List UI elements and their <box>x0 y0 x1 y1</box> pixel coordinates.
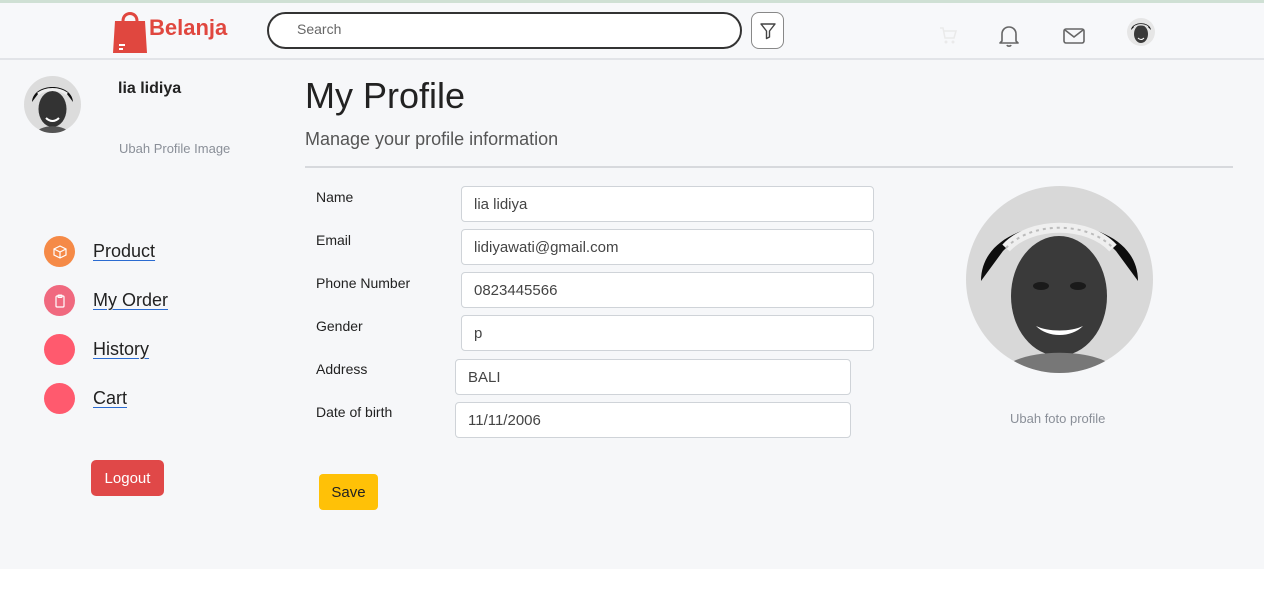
sidebar-item-my-order[interactable]: My Order <box>44 285 168 316</box>
filter-button[interactable] <box>751 12 784 49</box>
gender-field[interactable] <box>461 315 874 351</box>
messages-button[interactable] <box>1062 26 1086 51</box>
cart-button[interactable] <box>938 25 958 50</box>
sidebar-item-label[interactable]: Product <box>93 241 155 262</box>
phone-label: Phone Number <box>316 275 411 291</box>
sidebar-item-history[interactable]: History <box>44 334 149 365</box>
app-root: Belanja Search lia lidiya Ubah Profile I… <box>0 0 1264 569</box>
sidebar-item-label[interactable]: Cart <box>93 388 127 409</box>
phone-field[interactable] <box>461 272 874 308</box>
divider <box>305 166 1233 168</box>
sidebar-item-label[interactable]: My Order <box>93 290 168 311</box>
brand-logo[interactable]: Belanja <box>112 7 227 53</box>
profile-photo[interactable] <box>966 186 1153 373</box>
bell-icon <box>999 26 1019 47</box>
box-icon <box>52 244 67 259</box>
filter-icon <box>759 22 776 39</box>
save-button[interactable]: Save <box>319 474 378 510</box>
search-box[interactable] <box>267 12 742 49</box>
clipboard-icon <box>54 293 65 308</box>
nav-dot-product <box>44 236 75 267</box>
sidebar-avatar <box>24 76 81 133</box>
address-field[interactable] <box>455 359 851 395</box>
shopping-bag-icon <box>112 7 148 53</box>
sidebar-item-product[interactable]: Product <box>44 236 155 267</box>
sidebar-user-name: lia lidiya <box>118 80 182 97</box>
page-subtitle: Manage your profile information <box>305 129 559 149</box>
nav-dot-cart <box>44 383 75 414</box>
dob-field[interactable] <box>455 402 851 438</box>
nav-dot-my-order <box>44 285 75 316</box>
header-avatar[interactable] <box>1127 18 1155 46</box>
gender-label: Gender <box>316 318 363 334</box>
sidebar-item-label[interactable]: History <box>93 339 149 360</box>
search-input[interactable] <box>297 21 717 37</box>
email-field[interactable] <box>461 229 874 265</box>
notifications-button[interactable] <box>997 23 1021 54</box>
change-profile-image-link[interactable]: Ubah Profile Image <box>119 141 230 156</box>
brand-name: Belanja <box>149 15 228 40</box>
name-label: Name <box>316 189 354 205</box>
change-photo-link[interactable]: Ubah foto profile <box>1010 411 1105 426</box>
logout-button[interactable]: Logout <box>91 460 164 496</box>
email-label: Email <box>316 232 352 248</box>
address-label: Address <box>316 361 368 377</box>
nav-dot-history <box>44 334 75 365</box>
header: Belanja <box>0 3 1264 60</box>
sidebar-item-cart[interactable]: Cart <box>44 383 127 414</box>
cart-icon <box>940 27 957 44</box>
dob-label: Date of birth <box>316 404 393 420</box>
mail-icon <box>1063 28 1085 44</box>
name-field[interactable] <box>461 186 874 222</box>
page-title: My Profile <box>305 75 466 116</box>
